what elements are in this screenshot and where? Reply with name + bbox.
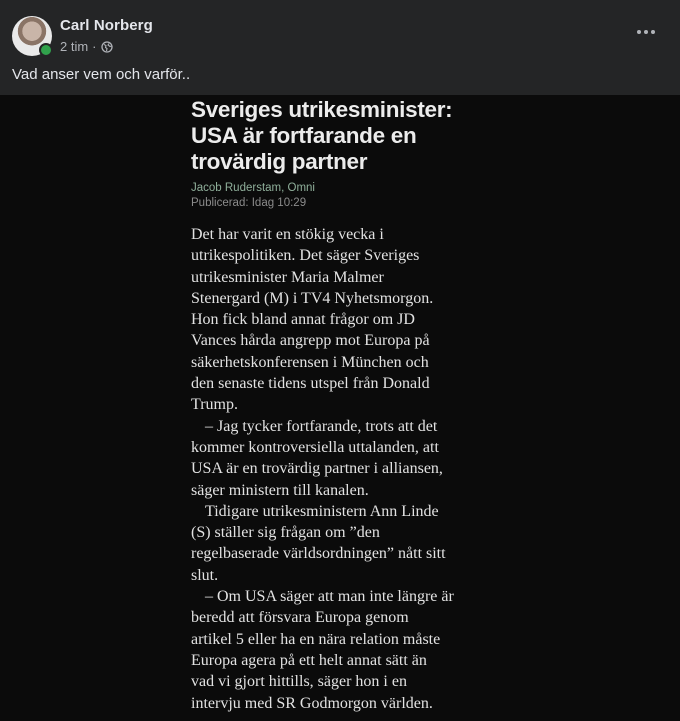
article-body-line: vad vi gjort hittills, säger hon i en <box>191 673 407 691</box>
article-body-line: Tidigare utrikesministern Ann Linde <box>205 502 439 520</box>
post-caption: Vad anser vem och varför.. <box>12 66 191 83</box>
article-body-line: utrikespolitiken. Det säger Sveriges <box>191 247 420 265</box>
article-body-line: – Jag tycker fortfarande, trots att det <box>205 417 438 435</box>
globe-icon[interactable] <box>100 40 113 53</box>
article-body-line: säger ministern till kanalen. <box>191 481 369 499</box>
article-body-line: Det har varit en stökig vecka i <box>191 226 384 243</box>
facebook-post: Carl Norberg 2 tim · Vad anser vem och v… <box>0 0 680 721</box>
article-byline: Jacob Ruderstam, Omni <box>191 182 315 194</box>
meta-separator: · <box>92 39 97 54</box>
article-body-line: Stenergard (M) i TV4 Nyhetsmorgon. <box>191 289 434 307</box>
article-body-line: intervju med SR Godmorgon världen. <box>191 694 433 712</box>
post-timestamp[interactable]: 2 tim <box>60 39 88 54</box>
article-body-line: säkerhetskonferensen i München och <box>191 353 429 371</box>
article-body-line: Trump. <box>191 396 238 414</box>
article-body-line: Europa agera på ett helt annat sätt än <box>191 651 427 669</box>
article-body-line: Hon fick bland annat frågor om JD <box>191 311 415 329</box>
article-body-line: artikel 5 eller ha en nära relation måst… <box>191 630 441 648</box>
article-body-line: – Om USA säger att man inte längre är <box>205 588 454 606</box>
article-body-line: slut. <box>191 566 219 584</box>
more-options-button[interactable] <box>628 18 664 46</box>
article-body-line: beredd att försvara Europa genom <box>191 609 409 627</box>
article-body-line: USA är en trovärdig partner i alliansen, <box>191 460 443 478</box>
more-dot-icon <box>637 30 641 34</box>
article-body-line: utrikesminister Maria Malmer <box>191 268 384 286</box>
post-meta: 2 tim · <box>60 39 113 54</box>
author-name[interactable]: Carl Norberg <box>60 17 153 34</box>
post-image[interactable]: Sveriges utrikesminister: USA är fortfar… <box>0 95 680 721</box>
article-body-line: regelbaserade världsordningen” nått sitt <box>191 545 446 563</box>
more-dot-icon <box>644 30 648 34</box>
author-avatar[interactable] <box>12 16 53 57</box>
more-dot-icon <box>651 30 655 34</box>
article-body-line: Vances hårda angrepp mot Europa på <box>191 332 430 350</box>
article-body-line: (S) ställer sig frågan om ”den <box>191 524 380 542</box>
article-body-line: den senaste tidens utspel från Donald <box>191 375 430 393</box>
online-status-indicator <box>39 43 53 57</box>
post-header: Carl Norberg 2 tim · <box>0 0 680 62</box>
article-published: Publicerad: Idag 10:29 <box>191 197 307 209</box>
article-headline: Sveriges utrikesminister: USA är fortfar… <box>191 97 453 174</box>
article-body: Det har varit en stökig vecka i utrikespo… <box>191 224 496 714</box>
article-body-line: kommer kontroversiella uttalanden, att <box>191 438 439 456</box>
